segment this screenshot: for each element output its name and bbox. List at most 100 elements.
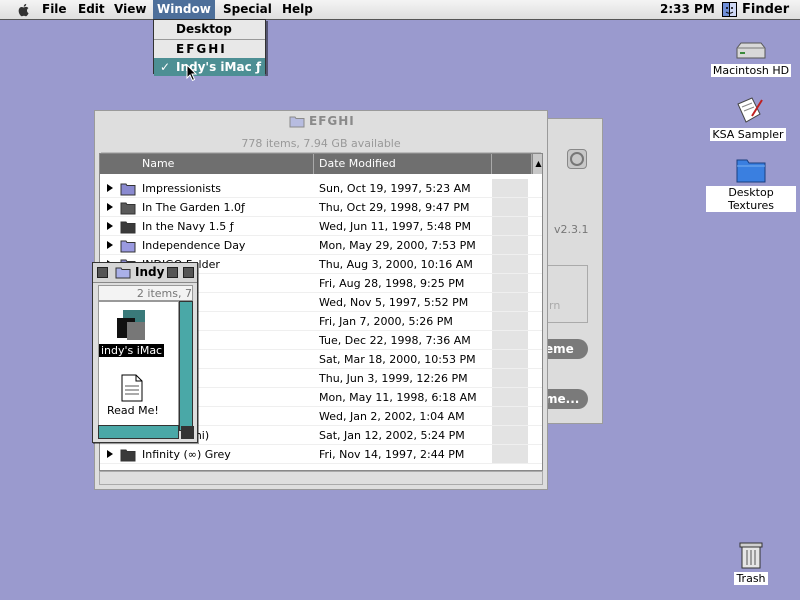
disclosure-triangle-icon[interactable]	[107, 241, 113, 249]
efghi-titlebar[interactable]: EFGHI	[95, 111, 547, 131]
desktop-icon-ksa-sampler[interactable]: KSA Sampler	[703, 96, 793, 141]
window-menu-indys-imac[interactable]: ✓ Indy's iMac ƒ	[154, 58, 265, 76]
zoom-box-icon[interactable]	[167, 267, 178, 278]
row-date: Tue, Dec 22, 1998, 7:36 AM	[319, 334, 471, 347]
row-date: Thu, Aug 3, 2000, 10:16 AM	[319, 258, 473, 271]
icon-label: Trash	[734, 572, 768, 585]
ghost-label: rn	[549, 299, 561, 312]
window-title: EFGHI	[309, 114, 355, 128]
version-label: v2.3.1	[554, 223, 589, 236]
table-row[interactable]: Independence Day Mon, May 29, 2000, 7:53 …	[100, 236, 542, 255]
folder-icon	[120, 202, 136, 215]
column-header-name[interactable]: Name	[100, 154, 314, 174]
row-date: Mon, May 11, 1998, 6:18 AM	[319, 391, 477, 404]
folder-icon	[289, 116, 305, 128]
icon-label[interactable]: Read Me!	[107, 404, 159, 417]
arrow-cursor-icon	[186, 64, 198, 82]
row-name: Independence Day	[142, 239, 246, 252]
window-title: Indy	[135, 265, 165, 279]
row-extra-cell	[492, 179, 528, 198]
menu-clock[interactable]: 2:33 PM	[660, 0, 715, 19]
row-date: Wed, Jan 2, 2002, 1:04 AM	[319, 410, 465, 423]
menu-view[interactable]: View	[110, 0, 150, 19]
horizontal-scrollbar[interactable]	[99, 471, 543, 485]
imac-alias-icon[interactable]	[115, 308, 149, 342]
column-header-date[interactable]: Date Modified	[314, 154, 492, 174]
document-icon	[737, 97, 763, 123]
icon-view: indy's iMac Read Me!	[98, 301, 179, 431]
folder-icon	[120, 240, 136, 253]
icon-label[interactable]: indy's iMac	[99, 344, 165, 357]
disclosure-triangle-icon[interactable]	[107, 450, 113, 458]
window-menu-efghi[interactable]: EFGHI	[154, 40, 265, 58]
table-row[interactable]: Impressionists Sun, Oct 19, 1997, 5:23 AM	[100, 179, 542, 198]
row-date: Thu, Oct 29, 1998, 9:47 PM	[319, 201, 470, 214]
window-menu-dropdown: Desktop EFGHI ✓ Indy's iMac ƒ	[153, 19, 266, 76]
trash-icon	[739, 542, 763, 569]
application-name: Finder	[742, 2, 790, 17]
row-extra-cell	[492, 255, 528, 274]
folder-icon	[736, 159, 766, 183]
window-menu-desktop[interactable]: Desktop	[154, 20, 265, 38]
row-date: Sun, Oct 19, 1997, 5:23 AM	[319, 182, 471, 195]
sort-direction-button[interactable]: ▲	[532, 154, 542, 174]
icon-label: KSA Sampler	[710, 128, 786, 141]
finder-icon	[722, 2, 737, 17]
document-icon[interactable]	[119, 374, 145, 402]
help-button[interactable]	[567, 149, 587, 169]
row-name: In The Garden 1.0ƒ	[142, 201, 245, 214]
table-row[interactable]: Infinity (∞) Grey Fri, Nov 14, 1997, 2:44…	[100, 445, 542, 464]
row-extra-cell	[492, 350, 528, 369]
folder-icon	[120, 221, 136, 234]
row-date: Wed, Nov 5, 1997, 5:52 PM	[319, 296, 469, 309]
disclosure-triangle-icon[interactable]	[107, 222, 113, 230]
row-date: Fri, Aug 28, 1998, 9:25 PM	[319, 277, 465, 290]
collapse-box-icon[interactable]	[183, 267, 194, 278]
row-date: Thu, Jun 3, 1999, 12:26 PM	[319, 372, 468, 385]
folder-icon	[120, 449, 136, 462]
help-circle-icon	[570, 152, 584, 166]
row-name: Infinity (∞) Grey	[142, 448, 231, 461]
row-date: Mon, May 29, 2000, 7:53 PM	[319, 239, 476, 252]
menu-special[interactable]: Special	[219, 0, 276, 19]
row-date: Wed, Jun 11, 1997, 5:48 PM	[319, 220, 471, 233]
icon-label: Desktop Textures	[706, 186, 796, 212]
checkmark-icon: ✓	[160, 60, 171, 74]
indy-titlebar[interactable]: Indy	[93, 263, 197, 283]
save-theme-button[interactable]: eme	[541, 339, 588, 359]
row-date: Fri, Jan 7, 2000, 5:26 PM	[319, 315, 453, 328]
row-date: Sat, Jan 12, 2002, 5:24 PM	[319, 429, 465, 442]
menu-window[interactable]: Window	[153, 0, 215, 19]
row-name: Impressionists	[142, 182, 222, 195]
desktop-icon-macintosh-hd[interactable]: Macintosh HD	[706, 40, 796, 77]
desktop-icon-trash[interactable]: Trash	[706, 540, 796, 585]
row-divider	[100, 463, 542, 464]
horizontal-scrollbar[interactable]	[98, 425, 179, 439]
menu-edit[interactable]: Edit	[74, 0, 109, 19]
disclosure-triangle-icon[interactable]	[107, 184, 113, 192]
items-info: 2 items, 7	[98, 285, 193, 301]
close-box-icon[interactable]	[97, 267, 108, 278]
appearance-panel: v2.3.1 rn eme me...	[540, 118, 603, 424]
resize-handle-icon[interactable]	[181, 426, 194, 439]
theme-options-button[interactable]: me...	[541, 389, 588, 409]
table-row[interactable]: In the Navy 1.5 ƒ Wed, Jun 11, 1997, 5:48…	[100, 217, 542, 236]
row-extra-cell	[492, 198, 528, 217]
items-info: 778 items, 7.94 GB available	[101, 135, 541, 153]
column-header-extra[interactable]	[492, 154, 532, 174]
menu-help[interactable]: Help	[278, 0, 317, 19]
hard-drive-icon	[736, 42, 766, 59]
row-extra-cell	[492, 369, 528, 388]
row-extra-cell	[492, 274, 528, 293]
apple-menu-icon[interactable]	[16, 2, 32, 18]
desktop-icon-desktop-textures[interactable]: Desktop Textures	[706, 156, 796, 212]
disclosure-triangle-icon[interactable]	[107, 203, 113, 211]
menu-file[interactable]: File	[38, 0, 71, 19]
vertical-scrollbar[interactable]	[179, 301, 193, 431]
table-row[interactable]: In The Garden 1.0ƒ Thu, Oct 29, 1998, 9:4…	[100, 198, 542, 217]
row-extra-cell	[492, 426, 528, 445]
row-extra-cell	[492, 388, 528, 407]
row-extra-cell	[492, 331, 528, 350]
row-date: Sat, Mar 18, 2000, 10:53 PM	[319, 353, 476, 366]
theme-preview-box	[541, 265, 588, 323]
